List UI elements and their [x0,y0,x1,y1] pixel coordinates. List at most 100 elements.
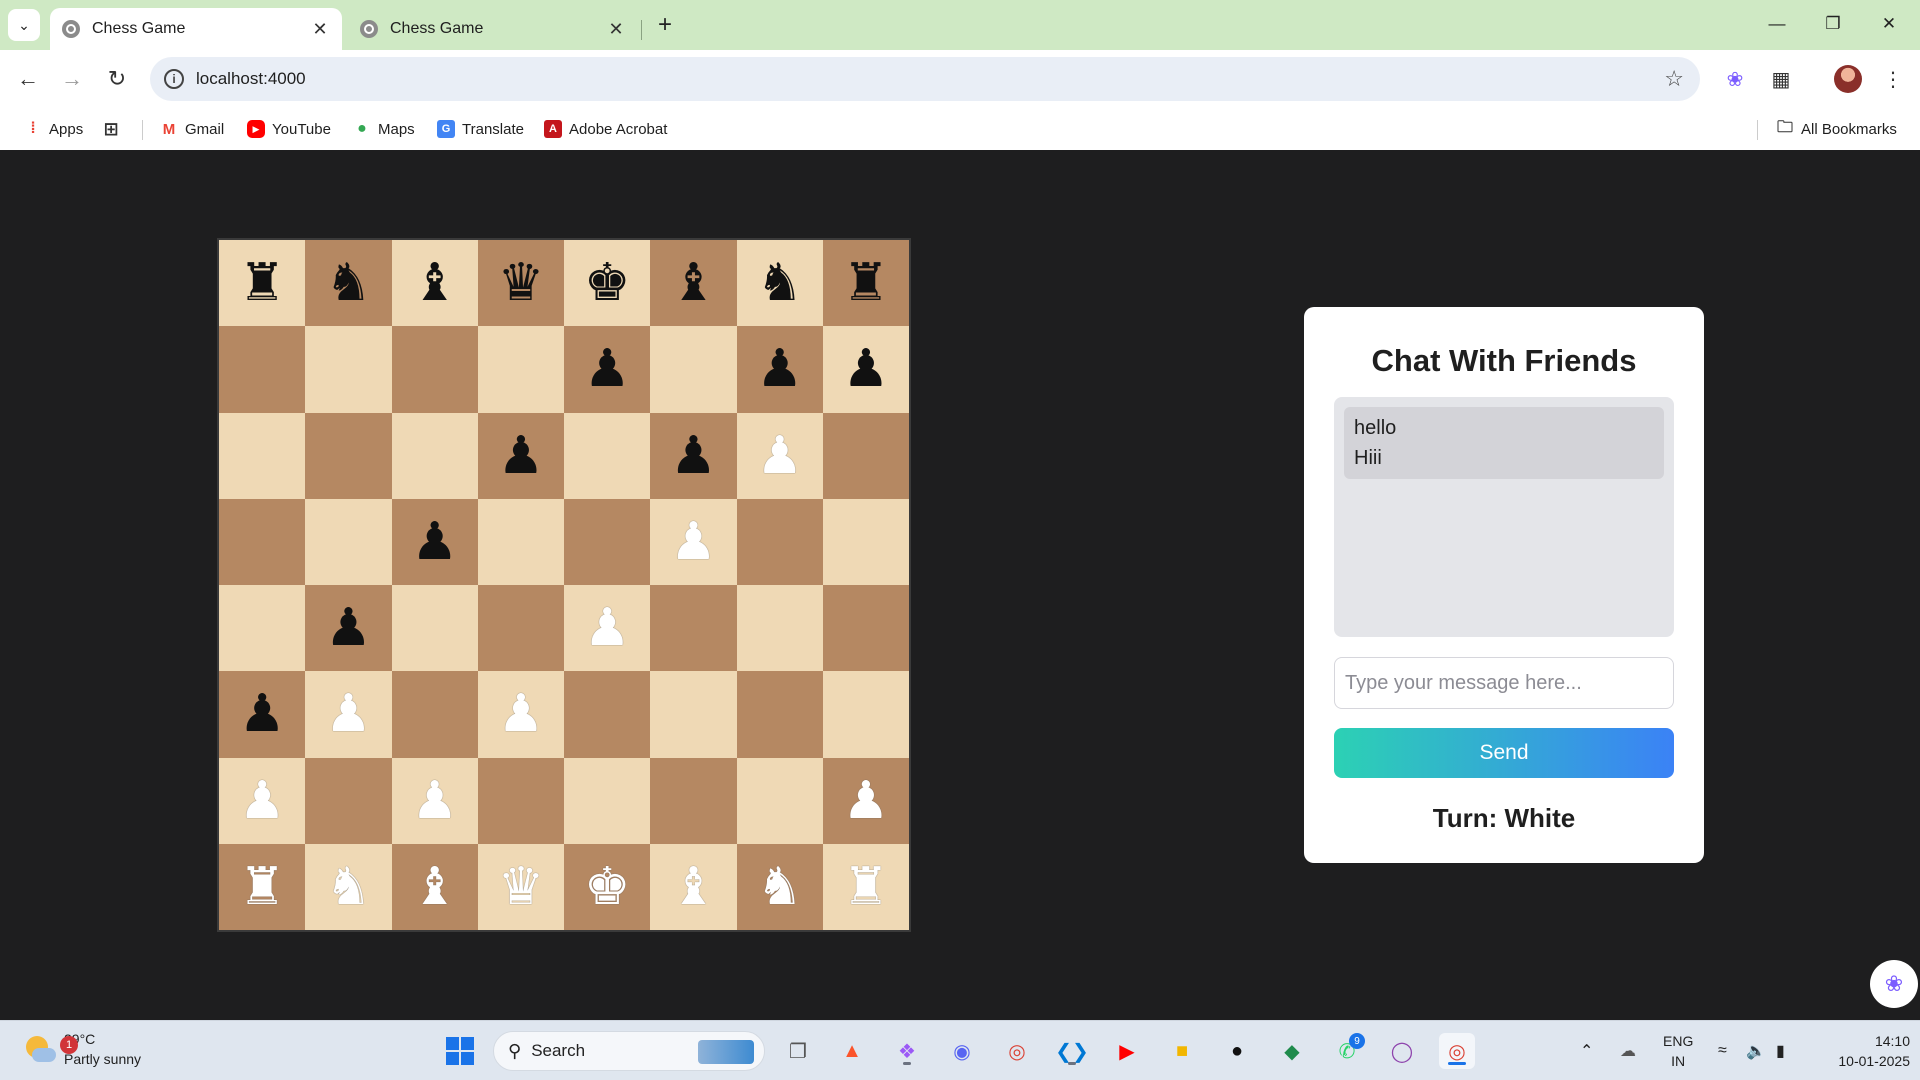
white-pawn-icon[interactable]: ♟ [411,775,458,827]
close-tab-icon[interactable]: ✕ [306,19,334,40]
tab-search-button[interactable]: ⌄ [8,9,40,41]
board-square[interactable]: ♝ [650,240,737,327]
black-pawn-icon[interactable]: ♟ [239,688,286,740]
black-queen-icon[interactable]: ♛ [498,257,545,309]
white-bishop-icon[interactable]: ♝ [670,861,717,913]
board-square[interactable] [822,498,909,585]
battery-tray[interactable]: ▮ [1776,1021,1785,1080]
board-square[interactable] [564,671,651,758]
board-square[interactable] [564,498,651,585]
black-knight-icon[interactable]: ♞ [756,257,803,309]
board-square[interactable]: ♟ [736,412,823,499]
chrome-profile-app[interactable]: ◎ [1439,1033,1475,1069]
board-square[interactable]: ♟ [391,757,478,844]
file-explorer-app[interactable]: ■ [1164,1033,1200,1069]
board-square[interactable]: ♟ [564,326,651,413]
white-bishop-icon[interactable]: ♝ [411,861,458,913]
board-square[interactable] [391,585,478,672]
board-square[interactable] [219,326,306,413]
mongodb-app[interactable]: ◆ [1274,1033,1310,1069]
white-knight-icon[interactable]: ♞ [325,861,372,913]
start-button[interactable] [442,1033,478,1069]
reload-button[interactable]: ↻ [101,63,133,95]
assistant-floating-button[interactable]: ❀ [1870,960,1918,1008]
board-square[interactable]: ♛ [477,843,564,930]
board-square[interactable]: ♜ [219,240,306,327]
close-window-button[interactable]: ✕ [1866,8,1912,40]
board-square[interactable] [477,585,564,672]
all-bookmarks[interactable]: 🗀 All Bookmarks [1776,118,1897,140]
black-pawn-icon[interactable]: ♟ [756,343,803,395]
board-square[interactable] [391,326,478,413]
board-square[interactable]: ♟ [219,671,306,758]
media-app[interactable]: ◯ [1384,1033,1420,1069]
white-rook-icon[interactable]: ♜ [239,861,286,913]
board-square[interactable]: ♟ [650,412,737,499]
board-square[interactable] [391,671,478,758]
board-square[interactable] [477,498,564,585]
board-square[interactable] [305,412,392,499]
white-pawn-icon[interactable]: ♟ [670,516,717,568]
board-square[interactable]: ♟ [564,585,651,672]
board-square[interactable]: ♟ [477,412,564,499]
weather-widget[interactable]: 1 29°C Partly sunny [22,1029,141,1069]
black-pawn-icon[interactable]: ♟ [843,343,890,395]
bookmark-maps[interactable]: ● Maps [353,118,415,140]
board-square[interactable]: ♜ [219,843,306,930]
board-square[interactable] [564,412,651,499]
bookmark-apps[interactable]: ⁞ Apps [24,118,83,140]
black-rook-icon[interactable]: ♜ [239,257,286,309]
board-square[interactable] [650,671,737,758]
white-pawn-icon[interactable]: ♟ [843,775,890,827]
system-clock[interactable]: 14:10 10-01-2025 [1810,1031,1910,1071]
white-knight-icon[interactable]: ♞ [756,861,803,913]
board-square[interactable]: ♚ [564,843,651,930]
black-rook-icon[interactable]: ♜ [843,257,890,309]
board-square[interactable] [736,757,823,844]
board-square[interactable]: ♟ [822,757,909,844]
white-pawn-icon[interactable]: ♟ [498,688,545,740]
board-square[interactable] [650,326,737,413]
board-square[interactable]: ♞ [305,240,392,327]
white-pawn-icon[interactable]: ♟ [325,688,372,740]
board-square[interactable]: ♟ [305,671,392,758]
board-square[interactable]: ♞ [305,843,392,930]
board-square[interactable] [219,498,306,585]
more-menu-icon[interactable]: ⋮ [1878,64,1908,94]
board-square[interactable] [219,412,306,499]
board-square[interactable]: ♟ [219,757,306,844]
network-tray[interactable]: ≈ [1718,1021,1727,1080]
board-square[interactable] [477,757,564,844]
board-square[interactable] [305,757,392,844]
white-pawn-icon[interactable]: ♟ [584,602,631,654]
bookmark-translate[interactable]: G Translate [437,118,524,140]
board-square[interactable]: ♟ [391,498,478,585]
youtube-app[interactable]: ▶ [1109,1033,1145,1069]
board-square[interactable] [564,757,651,844]
board-square[interactable]: ♟ [650,498,737,585]
volume-tray[interactable]: 🔈 [1746,1021,1766,1080]
black-king-icon[interactable]: ♚ [584,257,631,309]
site-info-icon[interactable]: i [164,69,184,89]
tab-chess-game[interactable]: Chess Game ✕ [348,8,638,50]
board-square[interactable] [391,412,478,499]
bookmark-gmail[interactable]: M Gmail [160,118,224,140]
board-square[interactable] [736,585,823,672]
bookmark-adobe-acrobat[interactable]: A Adobe Acrobat [544,118,667,140]
board-square[interactable] [219,585,306,672]
discord-app[interactable]: ◉ [944,1033,980,1069]
board-square[interactable]: ♟ [822,326,909,413]
black-pawn-icon[interactable]: ♟ [670,430,717,482]
white-king-icon[interactable]: ♚ [584,861,631,913]
board-square[interactable]: ♟ [305,585,392,672]
new-tab-button[interactable]: + [650,10,680,40]
board-square[interactable] [305,498,392,585]
board-square[interactable]: ♟ [477,671,564,758]
minimize-button[interactable]: — [1754,8,1800,40]
address-bar[interactable]: i localhost:4000 ☆ [150,57,1700,101]
white-pawn-icon[interactable]: ♟ [756,430,803,482]
language-indicator[interactable]: ENG IN [1663,1031,1693,1071]
profile-avatar[interactable] [1834,65,1862,93]
chrome-app[interactable]: ◎ [999,1033,1035,1069]
board-square[interactable]: ♜ [822,843,909,930]
